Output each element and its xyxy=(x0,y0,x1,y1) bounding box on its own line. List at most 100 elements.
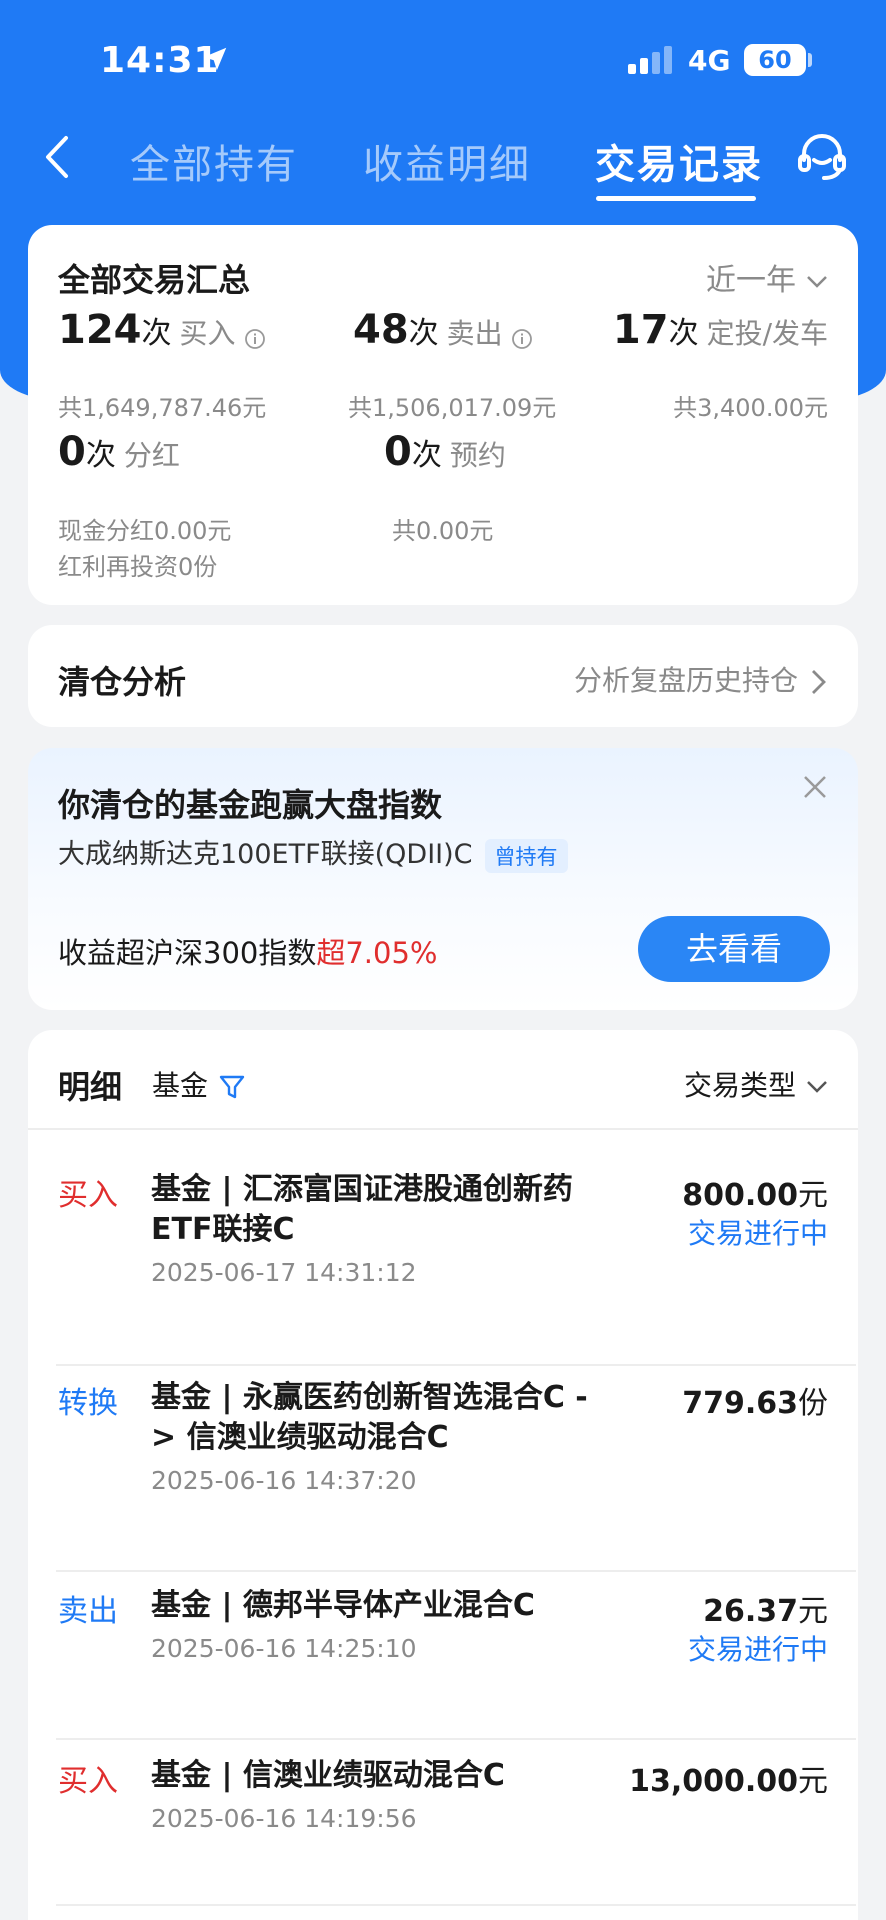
trade-date: 2025-06-16 14:37:20 xyxy=(151,1466,417,1495)
trade-summary-card: 全部交易汇总 近一年 124次 买入 共1,649,787.46元 48次 卖出 共… xyxy=(28,225,858,605)
row-divider xyxy=(56,1570,856,1572)
held-tag: 曾持有 xyxy=(484,838,568,873)
network-type: 4G xyxy=(688,44,731,77)
list-item[interactable]: 买入 基金 | 信澳业绩驱动混合C 2025-06-16 14:19:56 13… xyxy=(28,1756,858,1906)
dividend-count: 0 xyxy=(58,429,86,475)
list-item[interactable]: 买入 基金 | 汇添富国证港股通创新药ETF联接C 2025-06-17 14:… xyxy=(28,1170,858,1366)
trade-status: 交易进行中 xyxy=(687,1217,828,1250)
auto-label: 定投/发车 xyxy=(706,317,828,350)
battery-icon: 60 xyxy=(744,44,806,76)
sell-unit: 次 xyxy=(408,316,439,351)
tab-trade-records[interactable]: 交易记录 xyxy=(595,132,763,190)
row-divider xyxy=(56,1364,856,1366)
sell-total: 共1,506,017.09元 xyxy=(348,394,557,422)
trade-status: 交易进行中 xyxy=(687,1633,828,1666)
row-divider xyxy=(56,1904,856,1906)
auto-count: 17 xyxy=(612,307,669,353)
clearance-link[interactable]: 分析复盘历史持仓 xyxy=(574,659,828,699)
fund-name: 基金 | 德邦半导体产业混合C xyxy=(151,1588,535,1623)
back-arrow-icon[interactable] xyxy=(38,132,78,182)
dividend-stat[interactable]: 0次 分红 xyxy=(58,429,180,475)
filter-icon xyxy=(219,1075,245,1099)
trade-amount: 13,000.00元 xyxy=(629,1756,828,1800)
buy-label: 买入 xyxy=(179,317,236,350)
close-icon[interactable] xyxy=(800,772,830,802)
amount-value: 800.00 xyxy=(682,1178,798,1213)
dividend-label: 分红 xyxy=(123,439,180,472)
fund-name: 基金 | 永赢医药创新智选混合C -> 信澳业绩驱动混合C xyxy=(151,1380,588,1455)
trade-date: 2025-06-17 14:31:12 xyxy=(151,1258,417,1287)
period-label: 近一年 xyxy=(706,263,796,298)
status-bar: 14:31 4G 60 xyxy=(0,0,886,118)
promo-fund-name: 大成纳斯达克100ETF联接(QDII)C 曾持有 xyxy=(58,832,568,873)
promo-card: 你清仓的基金跑赢大盘指数 大成纳斯达克100ETF联接(QDII)C 曾持有 收益… xyxy=(28,748,858,1010)
sell-stat[interactable]: 48次 卖出 xyxy=(353,307,533,353)
promo-text: 收益超沪深300指数超7.05% xyxy=(58,930,438,972)
fund-name: 基金 | 信澳业绩驱动混合C xyxy=(151,1758,505,1793)
reserve-stat[interactable]: 0次 预约 xyxy=(384,429,506,475)
trade-type-tag: 买入 xyxy=(58,1178,118,1213)
reserve-total: 共0.00元 xyxy=(392,517,494,545)
tab-all-holdings[interactable]: 全部持有 xyxy=(130,132,298,190)
chevron-down-icon xyxy=(807,275,827,288)
dividend-cash: 现金分红0.00元 xyxy=(58,517,232,545)
list-item[interactable]: 卖出 基金 | 德邦半导体产业混合C 2025-06-16 14:25:10 2… xyxy=(28,1586,858,1740)
detail-title: 明细 xyxy=(58,1068,123,1106)
trade-type-selector[interactable]: 交易类型 xyxy=(684,1064,828,1104)
chevron-down-icon xyxy=(807,1081,827,1093)
row-divider xyxy=(56,1738,856,1740)
buy-unit: 次 xyxy=(141,316,172,351)
top-nav: 全部持有 收益明细 交易记录 xyxy=(0,118,886,208)
info-icon[interactable] xyxy=(244,328,266,350)
reserve-label: 预约 xyxy=(449,439,506,472)
clearance-title: 清仓分析 xyxy=(58,663,187,701)
amount-unit: 元 xyxy=(798,1594,828,1629)
list-item[interactable]: 转换 基金 | 永赢医药创新智选混合C -> 信澳业绩驱动混合C 2025-06… xyxy=(28,1378,858,1572)
amount-unit: 元 xyxy=(798,1764,828,1799)
promo-highlight: 超7.05% xyxy=(316,936,438,970)
trade-amount: 779.63份 xyxy=(682,1378,828,1422)
trade-date: 2025-06-16 14:25:10 xyxy=(151,1634,417,1663)
trade-type-tag: 买入 xyxy=(58,1764,118,1799)
go-see-button[interactable]: 去看看 xyxy=(638,916,830,982)
fund-filter-label: 基金 xyxy=(152,1069,209,1102)
amount-value: 13,000.00 xyxy=(629,1764,798,1799)
fund-name-text: 大成纳斯达克100ETF联接(QDII)C xyxy=(58,839,473,870)
reserve-unit: 次 xyxy=(411,438,442,473)
reserve-count: 0 xyxy=(384,429,412,475)
buy-count: 124 xyxy=(58,307,142,353)
tab-income-details[interactable]: 收益明细 xyxy=(363,132,531,190)
signal-icon xyxy=(628,46,672,74)
trade-amount: 800.00元 xyxy=(682,1170,828,1214)
promo-text-main: 收益超沪深300指数 xyxy=(58,936,317,970)
buy-total: 共1,649,787.46元 xyxy=(58,394,267,422)
sell-label: 卖出 xyxy=(446,317,503,350)
location-arrow-icon xyxy=(203,47,227,71)
period-selector[interactable]: 近一年 xyxy=(706,255,828,299)
fund-name: 基金 | 汇添富国证港股通创新药ETF联接C xyxy=(151,1172,573,1247)
dividend-unit: 次 xyxy=(85,438,116,473)
info-icon[interactable] xyxy=(511,328,533,350)
detail-card: 明细 基金 交易类型 买入 基金 | 汇添富国证港股通创新药ETF联接C 202… xyxy=(28,1030,858,1920)
trade-type-tag: 转换 xyxy=(58,1386,118,1421)
dividend-reinvest: 红利再投资0份 xyxy=(58,553,218,581)
clearance-analysis-card[interactable]: 清仓分析 分析复盘历史持仓 xyxy=(28,625,858,727)
battery-tip xyxy=(808,53,812,67)
customer-service-icon[interactable] xyxy=(796,130,848,182)
detail-header: 明细 基金 交易类型 xyxy=(28,1030,858,1130)
amount-unit: 份 xyxy=(798,1386,828,1421)
amount-value: 26.37 xyxy=(703,1594,798,1629)
trade-amount: 26.37元 xyxy=(703,1586,828,1630)
auto-unit: 次 xyxy=(668,316,699,351)
amount-unit: 元 xyxy=(798,1178,828,1213)
fund-filter[interactable]: 基金 xyxy=(152,1064,246,1104)
auto-total: 共3,400.00元 xyxy=(673,394,828,422)
trade-type-label: 交易类型 xyxy=(683,1069,796,1102)
amount-value: 779.63 xyxy=(682,1386,798,1421)
clearance-link-text: 分析复盘历史持仓 xyxy=(573,664,798,697)
trade-date: 2025-06-16 14:19:56 xyxy=(151,1804,417,1833)
chevron-right-icon xyxy=(812,670,826,694)
buy-stat[interactable]: 124次 买入 xyxy=(58,307,266,353)
sell-count: 48 xyxy=(353,307,409,353)
auto-invest-stat[interactable]: 17次 定投/发车 xyxy=(613,307,828,353)
